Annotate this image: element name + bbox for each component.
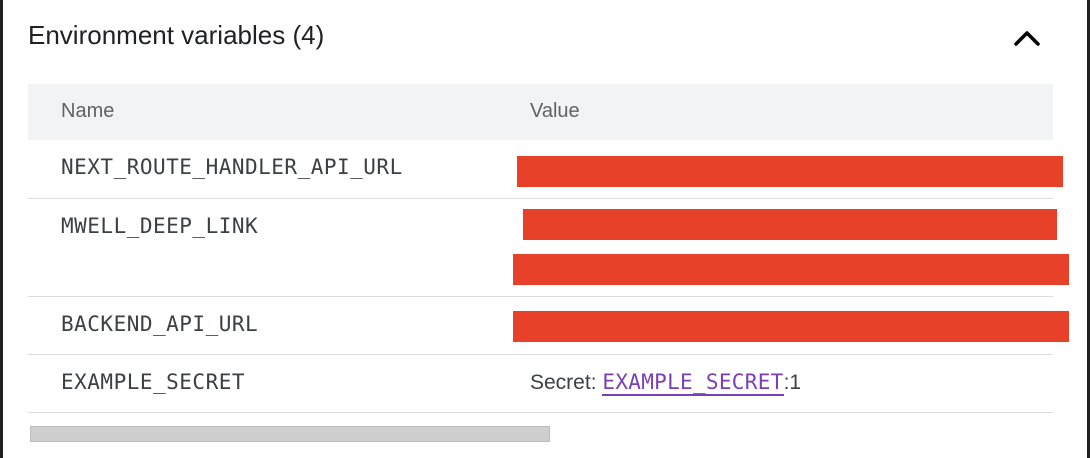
secret-version: :1 (783, 371, 802, 394)
variable-name: EXAMPLE_SECRET (61, 370, 246, 394)
column-header-name: Name (61, 100, 115, 122)
env-variables-panel: Environment variables (4) Name Value NEX… (3, 0, 1087, 458)
variable-name: BACKEND_API_URL (61, 312, 259, 336)
secret-value: Secret: EXAMPLE_SECRET:1 (530, 370, 802, 396)
env-variables-table: Name Value NEXT_ROUTE_HANDLER_API_URL MW… (28, 84, 1069, 413)
section-title: Environment variables (4) (28, 20, 325, 50)
chevron-up-icon (1014, 31, 1040, 46)
table-row: NEXT_ROUTE_HANDLER_API_URL (28, 140, 1063, 199)
redacted-value (523, 209, 1057, 240)
horizontal-scrollbar[interactable] (30, 426, 550, 442)
table-header: Name Value (28, 84, 1053, 140)
column-header-value: Value (530, 100, 580, 122)
variable-name: MWELL_DEEP_LINK (61, 214, 259, 238)
redacted-value (517, 156, 1063, 187)
table-row: EXAMPLE_SECRET Secret: EXAMPLE_SECRET:1 (28, 355, 1053, 413)
redacted-value (513, 311, 1069, 342)
table-row: MWELL_DEEP_LINK (28, 199, 1069, 297)
secret-prefix: Secret: (530, 371, 597, 394)
redacted-value (513, 254, 1069, 285)
collapse-button[interactable] (1005, 18, 1049, 58)
section-header[interactable]: Environment variables (4) (3, 0, 1087, 78)
table-row: BACKEND_API_URL (28, 297, 1069, 355)
variable-name: NEXT_ROUTE_HANDLER_API_URL (61, 155, 403, 179)
secret-link[interactable]: EXAMPLE_SECRET (602, 370, 784, 396)
